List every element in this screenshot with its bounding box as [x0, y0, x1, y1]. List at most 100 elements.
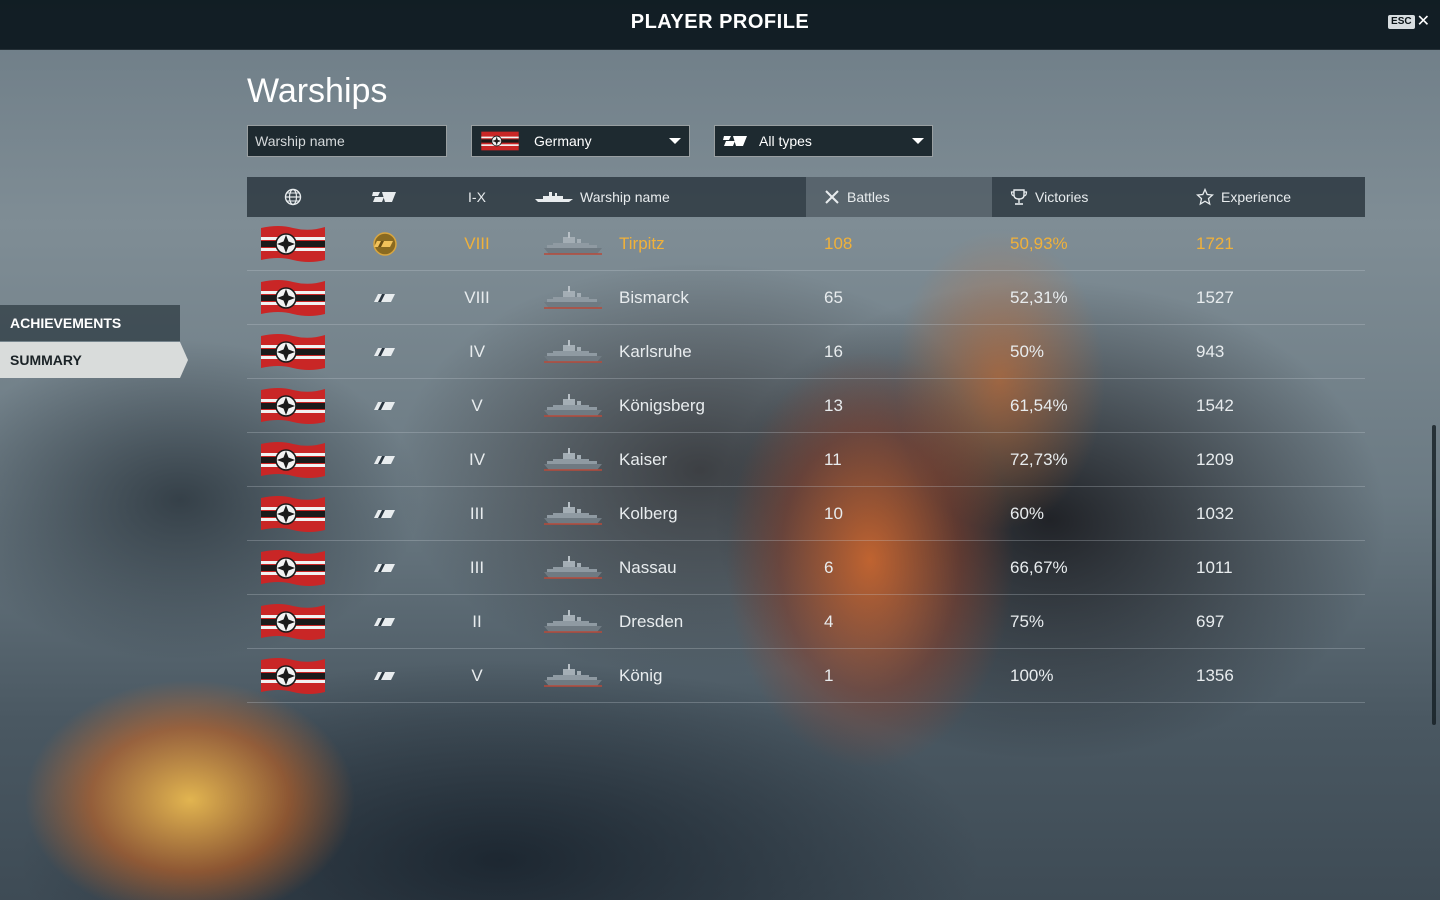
tier-cell: VIII: [464, 233, 490, 253]
experience-cell: 1032: [1196, 503, 1234, 523]
ship-class-icon: [374, 455, 395, 464]
tier-cell: IV: [468, 449, 486, 469]
column-header-name[interactable]: Warship name: [523, 177, 806, 217]
warship-image: [544, 285, 602, 309]
tier-cell: II: [472, 611, 482, 631]
name-cell: König: [523, 649, 806, 703]
germany-flag-icon: [261, 603, 325, 640]
warship-image: [544, 663, 602, 687]
column-header-type[interactable]: [339, 177, 431, 217]
warship-search-input[interactable]: [247, 125, 447, 157]
nation-cell: [247, 325, 339, 379]
ship-name: Nassau: [619, 557, 677, 577]
trophy-icon: [1010, 189, 1028, 205]
type-cell: [339, 379, 431, 433]
type-cell: [339, 433, 431, 487]
victories-cell: 60%: [1010, 503, 1045, 523]
victories-cell: 61,54%: [1010, 395, 1068, 415]
scrollbar[interactable]: [1432, 425, 1436, 725]
column-header-battles-label: Battles: [847, 189, 890, 205]
section-title: Warships: [247, 72, 388, 110]
tier-cell: VIII: [464, 287, 490, 307]
table-row[interactable]: VIII Bismarck 65 52,31% 1527: [247, 271, 1365, 325]
battles-cell: 65: [824, 287, 843, 307]
type-cell: [339, 649, 431, 703]
ship-name: Dresden: [619, 611, 684, 631]
esc-key-badge[interactable]: ESC: [1388, 15, 1415, 29]
ship-class-icon: [374, 509, 395, 518]
experience-cell: 697: [1196, 611, 1225, 631]
table-row[interactable]: VIII Tirpitz 108 50,93% 1721: [247, 217, 1365, 271]
table-row[interactable]: IV Kaiser 11 72,73% 1209: [247, 433, 1365, 487]
nation-cell: [247, 379, 339, 433]
column-header-nation[interactable]: [247, 177, 339, 217]
ship-name: Kaiser: [619, 449, 668, 469]
victories-cell: 66,67%: [1010, 557, 1068, 577]
column-header-name-label: Warship name: [580, 189, 670, 205]
warship-image: [544, 501, 602, 525]
ship-name: Karlsruhe: [619, 341, 692, 361]
name-cell: Kaiser: [523, 433, 806, 487]
battles-cell: 108: [824, 233, 853, 253]
nation-dropdown-value: Germany: [534, 133, 592, 149]
battles-cell: 10: [824, 503, 843, 523]
ship-class-icon: [374, 347, 395, 356]
warships-panel: Warships Germany All types: [247, 70, 1365, 703]
column-header-victories-label: Victories: [1035, 189, 1089, 205]
type-cell: [339, 541, 431, 595]
nav-item-achievements[interactable]: ACHIEVEMENTS: [0, 305, 180, 341]
battles-cell: 6: [824, 557, 834, 577]
ship-name: König: [619, 665, 663, 685]
table-row[interactable]: III Kolberg 10 60% 1032: [247, 487, 1365, 541]
close-control[interactable]: ESC ✕: [1388, 14, 1430, 30]
experience-cell: 1356: [1196, 665, 1234, 685]
tier-cell: V: [471, 395, 483, 415]
chevron-down-icon: [669, 138, 681, 144]
table-row[interactable]: III Nassau 6 66,67% 1011: [247, 541, 1365, 595]
experience-cell: 1527: [1196, 287, 1234, 307]
table-header: I-X Warship name Battles Victories Exper…: [247, 177, 1365, 217]
tier-cell: III: [469, 557, 485, 577]
germany-flag-icon: [261, 387, 325, 424]
column-header-tier[interactable]: I-X: [431, 177, 523, 217]
ship-class-icon: [374, 293, 395, 302]
nation-dropdown[interactable]: Germany: [471, 125, 690, 157]
victories-cell: 100%: [1010, 665, 1054, 685]
name-cell: Kolberg: [523, 487, 806, 541]
tier-cell: V: [471, 665, 483, 685]
crossed-swords-icon: [825, 190, 839, 204]
star-icon: [1196, 188, 1214, 206]
table-row[interactable]: V Königsberg 13 61,54% 1542: [247, 379, 1365, 433]
battles-cell: 1: [824, 665, 834, 685]
ship-class-icon: [374, 563, 395, 572]
close-icon[interactable]: ✕: [1417, 14, 1430, 30]
page-title: PLAYER PROFILE: [630, 11, 810, 33]
nation-cell: [247, 595, 339, 649]
germany-flag-icon: [261, 333, 325, 370]
germany-flag-icon: [261, 549, 325, 586]
germany-flag-icon: [261, 657, 325, 694]
experience-cell: 1209: [1196, 449, 1234, 469]
type-cell: [339, 217, 431, 271]
name-cell: Nassau: [523, 541, 806, 595]
ship-name: Tirpitz: [619, 233, 665, 253]
table-row[interactable]: II Dresden 4 75% 697: [247, 595, 1365, 649]
table-row[interactable]: IV Karlsruhe 16 50% 943: [247, 325, 1365, 379]
victories-cell: 72,73%: [1010, 449, 1068, 469]
column-header-battles[interactable]: Battles: [806, 177, 992, 217]
experience-cell: 1721: [1196, 233, 1234, 253]
globe-icon: [284, 188, 302, 206]
type-dropdown-value: All types: [759, 133, 812, 149]
column-header-experience-label: Experience: [1221, 189, 1292, 205]
victories-cell: 50%: [1010, 341, 1045, 361]
nation-cell: [247, 649, 339, 703]
table-row[interactable]: V König 1 100% 1356: [247, 649, 1365, 703]
tier-cell: IV: [468, 341, 486, 361]
column-header-victories[interactable]: Victories: [992, 177, 1178, 217]
type-cell: [339, 487, 431, 541]
type-dropdown[interactable]: All types: [714, 125, 933, 157]
battles-cell: 16: [824, 341, 843, 361]
nav-item-summary[interactable]: SUMMARY: [0, 342, 188, 378]
ship-class-icon: [372, 192, 396, 202]
column-header-experience[interactable]: Experience: [1178, 177, 1365, 217]
